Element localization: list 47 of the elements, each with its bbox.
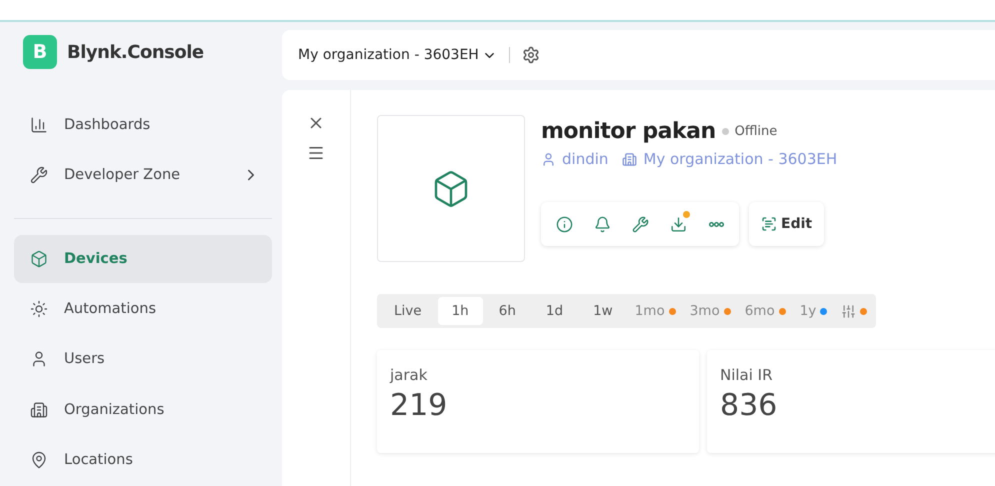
user-icon	[541, 152, 556, 166]
menu-icon[interactable]	[307, 144, 325, 162]
time-range-tab[interactable]: 1w	[579, 297, 627, 325]
app-logo: B	[23, 35, 57, 69]
bar-chart-icon	[30, 116, 48, 134]
sidebar-item[interactable]: Developer Zone	[14, 151, 272, 200]
widget-value: 836	[720, 388, 778, 423]
wrench-icon	[30, 166, 48, 184]
bell-icon	[594, 216, 610, 232]
status-label: Offline	[734, 124, 778, 139]
wrench-icon	[632, 216, 648, 232]
sidebar-item[interactable]: Dashboards	[14, 101, 272, 150]
settings-icon[interactable]	[522, 46, 540, 64]
sidebar-label: Locations	[64, 452, 134, 468]
map-pin-icon	[30, 450, 48, 469]
time-range-tab[interactable]: 1d	[532, 297, 578, 325]
sliders-icon	[841, 304, 856, 318]
cube-icon	[30, 250, 48, 268]
sidebar-label: Organizations	[64, 402, 166, 418]
more-icon	[708, 222, 724, 226]
device-name: monitor pakan	[541, 119, 716, 144]
app-name: Blynk.Console	[67, 42, 204, 62]
sidebar-label: Users	[64, 351, 106, 368]
organization-dropdown[interactable]: My organization - 3603EH	[298, 47, 497, 63]
time-range-tab[interactable]: Live	[380, 297, 436, 325]
download-icon	[670, 216, 686, 232]
user-icon	[30, 350, 48, 368]
sidebar-item[interactable]: Devices	[14, 234, 272, 283]
time-range-tab[interactable]: 1h	[438, 297, 483, 325]
sidebar-item[interactable]: Users	[14, 335, 272, 384]
edit-button[interactable]: Edit	[749, 202, 824, 246]
sidebar-label: Devices	[64, 250, 128, 267]
sidebar-label: Dashboards	[64, 117, 152, 134]
sidebar-item[interactable]: Automations	[14, 284, 272, 334]
sidebar-label: Developer Zone	[64, 167, 182, 184]
time-range-tab[interactable]: 6h	[484, 297, 530, 325]
sidebar-item[interactable]: Organizations	[14, 385, 272, 434]
sun-icon	[30, 300, 48, 318]
widget-label: Nilai IR	[720, 366, 774, 384]
info-icon	[556, 216, 572, 232]
sidebar-label: Automations	[64, 300, 158, 317]
edit-icon	[761, 216, 777, 232]
sidebar-item[interactable]: Locations	[14, 436, 272, 484]
building-icon	[622, 152, 638, 166]
widget-value: 219	[390, 388, 448, 423]
widget-label: jarak	[390, 366, 428, 384]
building-icon	[30, 400, 48, 419]
